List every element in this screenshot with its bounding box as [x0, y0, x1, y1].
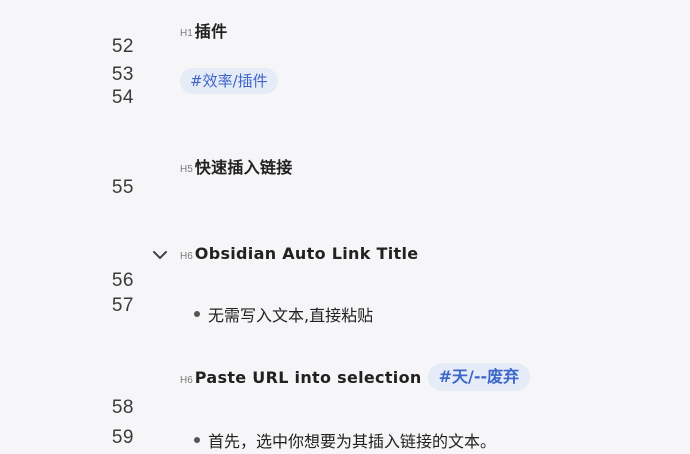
heading-level-marker: H5 — [180, 163, 193, 175]
line-number: 55 — [111, 177, 134, 198]
line-number: 54 — [111, 87, 134, 108]
heading-text: 插件 — [194, 22, 228, 41]
heading-plugins[interactable]: H1 插件 — [180, 18, 227, 42]
line-number: 52 — [111, 36, 134, 57]
heading-level-marker: H6 — [180, 251, 193, 262]
line-number: 56 — [111, 270, 134, 291]
bullet-dot — [194, 311, 200, 317]
heading-paste-url[interactable]: H6 Paste URL into selection #天/--废弃 — [180, 363, 531, 391]
chevron-down-icon[interactable] — [151, 246, 169, 264]
line-number: 53 — [111, 64, 134, 85]
list-item[interactable]: 首先，选中你想要为其插入链接的文本。 — [194, 428, 496, 452]
bullet-dot — [194, 437, 200, 443]
tag-efficiency-plugins[interactable]: #效率/插件 — [180, 68, 278, 94]
tag-row: #效率/插件 — [180, 68, 278, 94]
list-item[interactable]: 无需写入文本,直接粘贴 — [194, 302, 373, 326]
list-item-text: 首先，选中你想要为其插入链接的文本。 — [208, 432, 497, 451]
heading-auto-link-title[interactable]: H6 Obsidian Auto Link Title — [180, 244, 418, 263]
line-number: 59 — [111, 427, 134, 448]
heading-text: Paste URL into selection — [194, 367, 422, 387]
line-number: 57 — [111, 295, 134, 316]
heading-quick-insert-link[interactable]: H5 快速插入链接 — [180, 154, 293, 178]
heading-text: Obsidian Auto Link Title — [194, 244, 419, 263]
markdown-editor[interactable]: 52 53 54 55 56 57 58 59 H1 插件 #效率/插件 H5 … — [0, 0, 690, 454]
heading-text: 快速插入链接 — [194, 158, 293, 177]
heading-level-marker: H6 — [180, 374, 193, 386]
line-number: 58 — [111, 397, 134, 418]
heading-level-marker: H1 — [180, 27, 193, 39]
list-item-text: 无需写入文本,直接粘贴 — [208, 306, 374, 325]
tag-deprecated[interactable]: #天/--废弃 — [427, 363, 531, 391]
